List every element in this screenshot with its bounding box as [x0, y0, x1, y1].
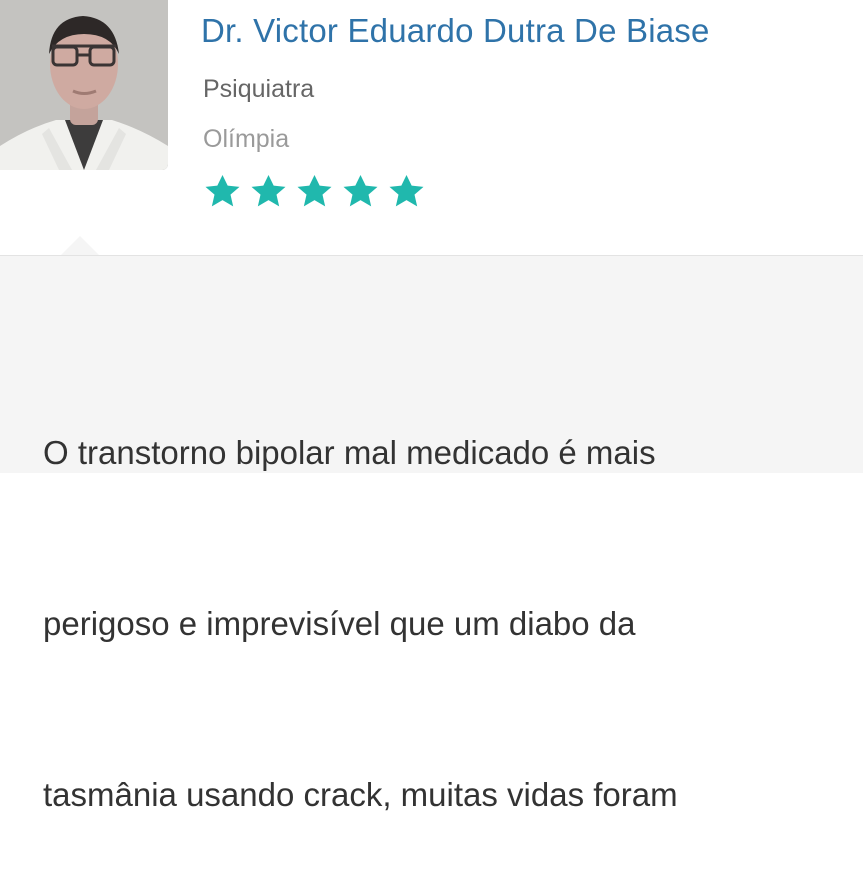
- review-text: O transtorno bipolar mal medicado é mais…: [43, 310, 863, 880]
- doctor-avatar[interactable]: [0, 0, 168, 170]
- review-line: O transtorno bipolar mal medicado é mais: [43, 434, 656, 471]
- star-icon: [251, 175, 286, 207]
- doctor-location: Olímpia: [203, 125, 290, 153]
- review-line: tasmânia usando crack, muitas vidas fora…: [43, 776, 678, 813]
- review-line: perigoso e imprevisível que um diabo da: [43, 605, 636, 642]
- doctor-name[interactable]: Dr. Victor Eduardo Dutra De Biase: [201, 10, 710, 52]
- doctor-specialty: Psiquiatra: [203, 75, 315, 103]
- star-icon: [205, 175, 240, 207]
- star-icon: [389, 175, 424, 207]
- doctor-profile-card: Dr. Victor Eduardo Dutra De Biase Psiqui…: [0, 0, 863, 255]
- star-rating: [200, 172, 429, 212]
- star-icon: [297, 175, 332, 207]
- review-bubble-pointer: [60, 236, 100, 256]
- star-icon: [343, 175, 378, 207]
